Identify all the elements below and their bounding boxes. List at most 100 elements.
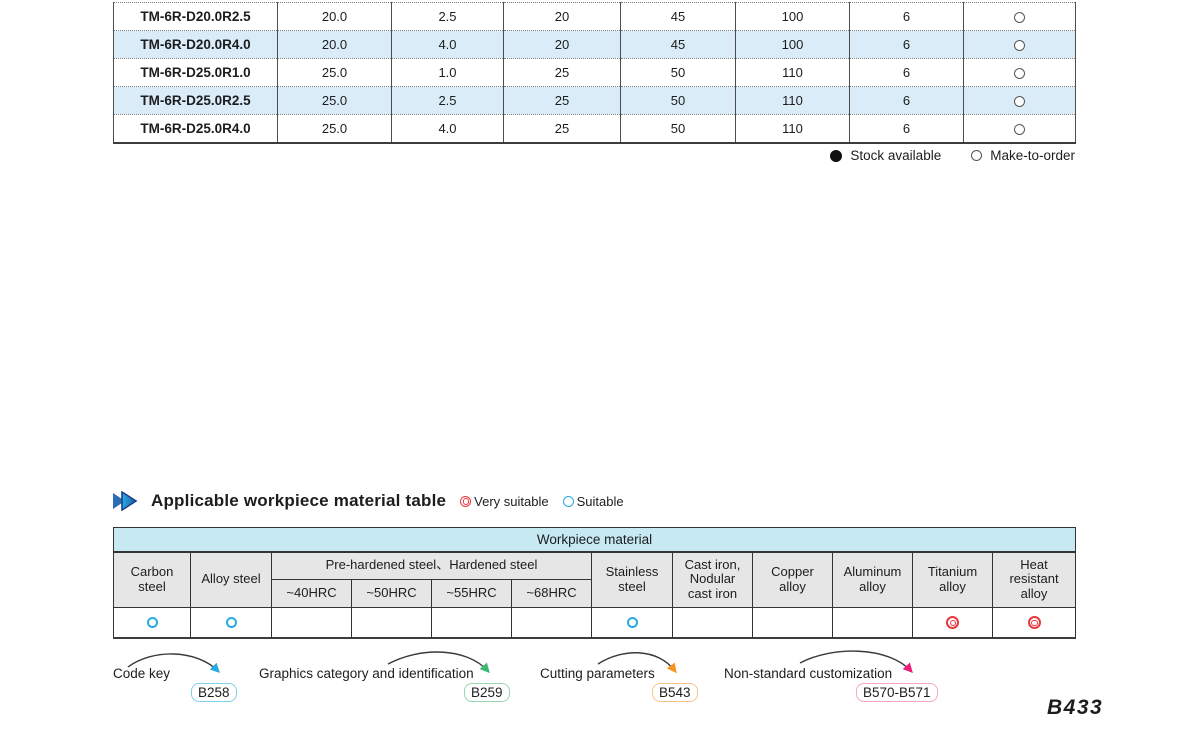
suitable-icon xyxy=(147,617,158,628)
very-suitable-icon xyxy=(460,496,471,507)
model-cell: TM-6R-D25.0R4.0 xyxy=(114,115,278,143)
suitability-cell xyxy=(114,608,191,638)
stock-cell xyxy=(964,59,1076,87)
stock-cell xyxy=(964,31,1076,59)
model-cell: TM-6R-D25.0R2.5 xyxy=(114,87,278,115)
value-cell: 100 xyxy=(736,3,850,31)
suitability-cell xyxy=(833,608,913,638)
col-header-55hrc: ~55HRC xyxy=(432,580,512,608)
table-row: TM-6R-D25.0R1.0 25.0 1.0 25 50 110 6 xyxy=(114,59,1076,87)
col-header-stainless-steel: Stainless steel xyxy=(592,552,673,608)
col-header-68hrc: ~68HRC xyxy=(512,580,592,608)
suitability-cell xyxy=(352,608,432,638)
value-cell: 110 xyxy=(736,59,850,87)
suitable-label: Suitable xyxy=(577,494,624,509)
value-cell: 25.0 xyxy=(278,87,392,115)
value-cell: 45 xyxy=(621,31,736,59)
make-to-order-icon xyxy=(1014,40,1025,51)
suitability-legend: Very suitable Suitable xyxy=(460,494,623,509)
make-to-order-icon xyxy=(1014,96,1025,107)
make-to-order-label: Make-to-order xyxy=(990,148,1075,163)
value-cell: 20 xyxy=(504,3,621,31)
value-cell: 25 xyxy=(504,59,621,87)
value-cell: 6 xyxy=(850,59,964,87)
make-to-order-icon xyxy=(1014,68,1025,79)
graphics-category-label: Graphics category and identification xyxy=(259,666,474,681)
graphics-category-badge[interactable]: B259 xyxy=(464,683,510,702)
suitability-cell xyxy=(191,608,272,638)
very-suitable-icon xyxy=(946,616,959,629)
section-title: Applicable workpiece material table xyxy=(151,491,446,511)
model-cell: TM-6R-D20.0R2.5 xyxy=(114,3,278,31)
table-row xyxy=(114,608,1076,638)
col-header-titanium-alloy: Titanium alloy xyxy=(913,552,993,608)
very-suitable-label: Very suitable xyxy=(474,494,548,509)
suitability-cell xyxy=(753,608,833,638)
value-cell: 110 xyxy=(736,115,850,143)
value-cell: 2.5 xyxy=(392,3,504,31)
col-group-prehardened-hardened-steel: Pre-hardened steel、Hardened steel xyxy=(272,552,592,580)
suitable-icon xyxy=(627,617,638,628)
cutting-parameters-badge[interactable]: B543 xyxy=(652,683,698,702)
make-to-order-icon xyxy=(1014,12,1025,23)
value-cell: 25.0 xyxy=(278,115,392,143)
suitability-cell xyxy=(272,608,352,638)
suitability-cell xyxy=(592,608,673,638)
value-cell: 6 xyxy=(850,3,964,31)
table-row: Workpiece material xyxy=(114,528,1076,552)
table-row: TM-6R-D25.0R4.0 25.0 4.0 25 50 110 6 xyxy=(114,115,1076,143)
section-heading: Applicable workpiece material table Very… xyxy=(112,491,624,511)
non-standard-label: Non-standard customization xyxy=(724,666,892,681)
value-cell: 50 xyxy=(621,87,736,115)
value-cell: 6 xyxy=(850,115,964,143)
table-row: TM-6R-D25.0R2.5 25.0 2.5 25 50 110 6 xyxy=(114,87,1076,115)
value-cell: 50 xyxy=(621,59,736,87)
very-suitable-icon xyxy=(1028,616,1041,629)
value-cell: 1.0 xyxy=(392,59,504,87)
value-cell: 6 xyxy=(850,87,964,115)
value-cell: 20 xyxy=(504,31,621,59)
workpiece-material-table: Workpiece material Carbon steel Alloy st… xyxy=(113,527,1076,639)
size-table: TM-6R-D20.0R2.5 20.0 2.5 20 45 100 6 TM-… xyxy=(113,2,1076,144)
suitable-icon xyxy=(563,496,574,507)
workpiece-material-header: Workpiece material xyxy=(114,528,1076,552)
value-cell: 6 xyxy=(850,31,964,59)
col-header-copper-alloy: Copper alloy xyxy=(753,552,833,608)
non-standard-badge[interactable]: B570-B571 xyxy=(856,683,938,702)
value-cell: 45 xyxy=(621,3,736,31)
suitability-cell xyxy=(512,608,592,638)
value-cell: 4.0 xyxy=(392,115,504,143)
code-key-label: Code key xyxy=(113,666,170,681)
value-cell: 25 xyxy=(504,87,621,115)
value-cell: 110 xyxy=(736,87,850,115)
stock-legend: Stock available Make-to-order xyxy=(830,148,1075,163)
suitability-cell xyxy=(913,608,993,638)
model-cell: TM-6R-D20.0R4.0 xyxy=(114,31,278,59)
value-cell: 20.0 xyxy=(278,3,392,31)
col-header-alloy-steel: Alloy steel xyxy=(191,552,272,608)
page-number: B433 xyxy=(1047,696,1103,720)
cutting-parameters-label: Cutting parameters xyxy=(540,666,655,681)
value-cell: 25 xyxy=(504,115,621,143)
table-row: TM-6R-D20.0R2.5 20.0 2.5 20 45 100 6 xyxy=(114,3,1076,31)
code-key-badge[interactable]: B258 xyxy=(191,683,237,702)
value-cell: 100 xyxy=(736,31,850,59)
stock-cell xyxy=(964,3,1076,31)
value-cell: 50 xyxy=(621,115,736,143)
stock-cell xyxy=(964,115,1076,143)
value-cell: 20.0 xyxy=(278,31,392,59)
value-cell: 4.0 xyxy=(392,31,504,59)
col-header-40hrc: ~40HRC xyxy=(272,580,352,608)
stock-cell xyxy=(964,87,1076,115)
col-header-carbon-steel: Carbon steel xyxy=(114,552,191,608)
make-to-order-icon xyxy=(1014,124,1025,135)
col-header-heat-resistant-alloy: Heat resistant alloy xyxy=(993,552,1076,608)
value-cell: 25.0 xyxy=(278,59,392,87)
make-to-order-icon xyxy=(971,150,982,161)
stock-available-label: Stock available xyxy=(850,148,941,163)
suitable-icon xyxy=(226,617,237,628)
table-row: TM-6R-D20.0R4.0 20.0 4.0 20 45 100 6 xyxy=(114,31,1076,59)
col-header-aluminum-alloy: Aluminum alloy xyxy=(833,552,913,608)
suitability-cell xyxy=(673,608,753,638)
suitability-cell xyxy=(993,608,1076,638)
